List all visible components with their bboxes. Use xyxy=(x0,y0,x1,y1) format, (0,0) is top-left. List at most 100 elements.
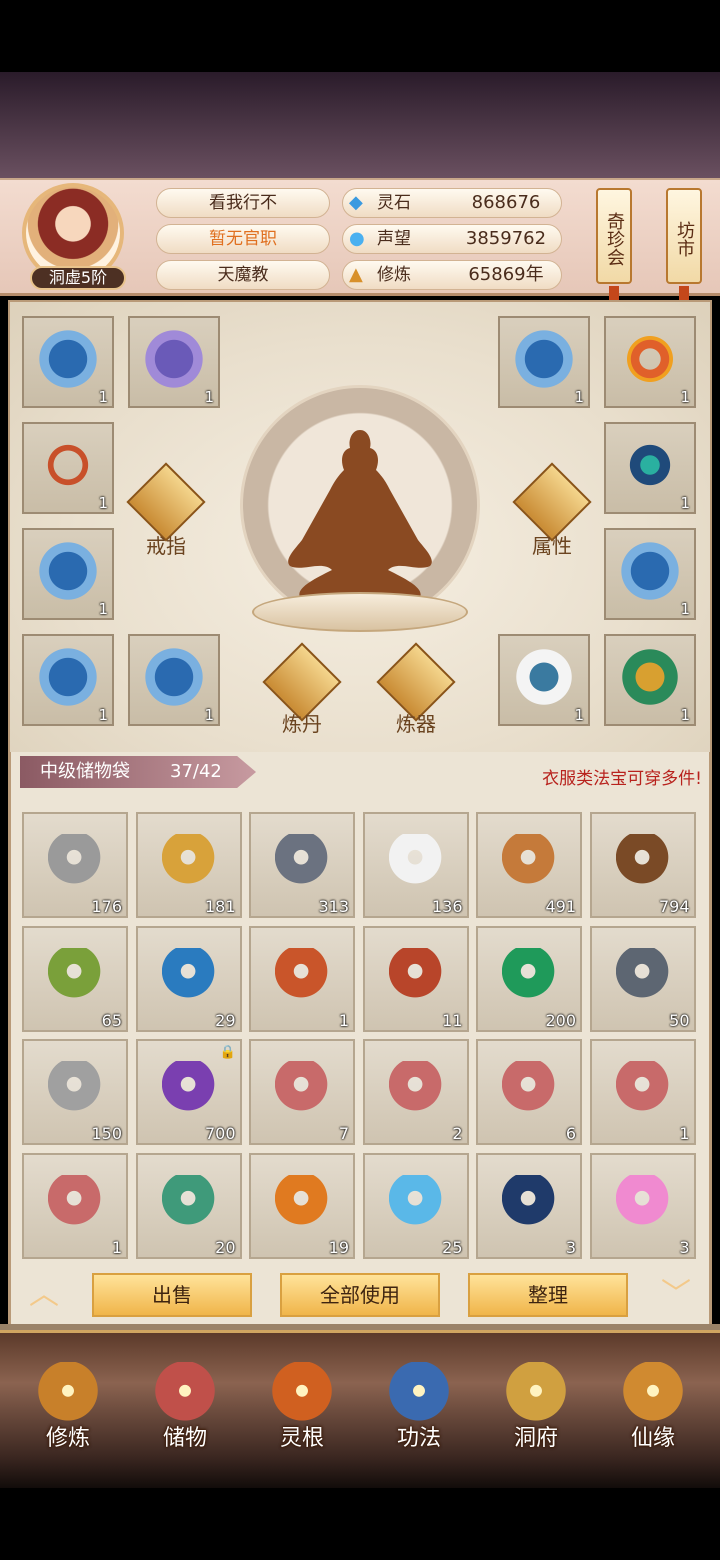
attributes-label: 属性 xyxy=(532,534,572,558)
green-armor-icon xyxy=(616,644,684,710)
bag-item[interactable]: 150 xyxy=(22,1039,128,1145)
bag-item[interactable]: 200 xyxy=(476,925,582,1032)
scroll-bundle-icon xyxy=(388,1061,447,1119)
resource-label: 灵石 xyxy=(377,193,411,213)
equip-slot[interactable]: 1 xyxy=(604,316,696,408)
bag-item[interactable]: 136 xyxy=(362,812,469,918)
use-all-button[interactable]: 全部使用 xyxy=(280,1273,440,1317)
bag-item[interactable]: 🔒 700 xyxy=(135,1039,242,1145)
spirit-root-icon xyxy=(270,1362,334,1426)
item-count: 7 xyxy=(338,1124,349,1143)
sect-name[interactable]: 天魔教 xyxy=(156,260,330,290)
lock-icon: 🔒 xyxy=(219,1045,236,1060)
equip-slot[interactable]: 1 xyxy=(22,316,114,408)
equip-slot[interactable]: 1 xyxy=(22,422,114,514)
armor-icon xyxy=(140,644,208,710)
scroll-bundle-icon xyxy=(615,1061,674,1119)
item-count: 1 xyxy=(680,600,690,618)
item-count: 20 xyxy=(215,1237,236,1257)
status-bar-bottom xyxy=(0,1488,720,1560)
equip-slot[interactable]: 1 xyxy=(22,528,114,620)
nav-storage[interactable]: 储物 xyxy=(135,1356,235,1456)
prestige-icon: ● xyxy=(349,228,365,249)
bag-item[interactable]: 7 xyxy=(249,1039,355,1145)
item-count: 700 xyxy=(204,1124,236,1143)
bag-item[interactable]: 25 xyxy=(362,1152,469,1259)
equip-slot[interactable]: 1 xyxy=(498,316,590,408)
nav-label: 灵根 xyxy=(279,1426,324,1451)
bag-item[interactable]: 6 xyxy=(476,1039,582,1145)
item-count: 1 xyxy=(98,388,108,406)
gold-ore-icon xyxy=(161,834,220,892)
bag-item[interactable]: 181 xyxy=(135,812,242,918)
resource-prestige: ● 声望 3859762 xyxy=(342,224,562,254)
bag-item[interactable]: 65 xyxy=(22,925,128,1032)
bag-item[interactable]: 29 xyxy=(135,925,242,1032)
bag-item[interactable]: 11 xyxy=(362,925,469,1032)
treasure-fair-button[interactable]: 奇珍会 xyxy=(596,188,632,284)
ring-action-label: 戒指 xyxy=(146,534,186,558)
item-count: 2 xyxy=(452,1124,463,1143)
forge-label: 炼器 xyxy=(396,712,436,736)
item-count: 25 xyxy=(442,1237,463,1257)
scroll-bundle-icon xyxy=(502,1061,560,1119)
item-count: 1 xyxy=(680,494,690,512)
item-count: 29 xyxy=(215,1010,236,1030)
item-count: 3 xyxy=(565,1237,576,1257)
market-button[interactable]: 坊市 xyxy=(666,188,702,284)
equip-slot[interactable]: 1 xyxy=(604,422,696,514)
sort-button[interactable]: 整理 xyxy=(468,1273,628,1317)
player-name: 看我行不 xyxy=(156,188,330,218)
bag-item[interactable]: 3 xyxy=(476,1152,582,1259)
alchemy-label: 炼丹 xyxy=(282,712,322,736)
bow-icon xyxy=(34,432,102,498)
item-count: 150 xyxy=(91,1124,122,1143)
scroll-bundle-icon xyxy=(48,1174,106,1233)
bag-item[interactable]: 1 xyxy=(22,1152,128,1259)
equip-slot[interactable]: 1 xyxy=(128,634,220,726)
item-count: 1 xyxy=(204,388,214,406)
boots-icon xyxy=(140,326,208,392)
nav-cultivate[interactable]: 修炼 xyxy=(18,1356,118,1456)
bag-item[interactable]: 2 xyxy=(362,1039,469,1145)
bag-item[interactable]: 19 xyxy=(249,1152,355,1259)
nav-spirit-root[interactable]: 灵根 xyxy=(252,1356,352,1456)
bag-item[interactable]: 1 xyxy=(249,925,355,1032)
tea-bowl-icon xyxy=(388,1174,447,1233)
spirit-stone-icon: ◆ xyxy=(349,192,363,213)
bag-item[interactable]: 3 xyxy=(589,1152,696,1259)
nav-fate[interactable]: 仙缘 xyxy=(603,1356,703,1456)
scroll-up-icon[interactable]: ︿ xyxy=(14,1278,74,1312)
scroll-down-icon[interactable]: ﹀ xyxy=(646,1278,706,1312)
bag-title: 中级储物袋 xyxy=(40,761,130,782)
nav-cave[interactable]: 洞府 xyxy=(486,1356,586,1456)
nav-label: 洞府 xyxy=(513,1426,558,1451)
resource-value: 65869年 xyxy=(468,264,544,285)
equip-slot[interactable]: 1 xyxy=(128,316,220,408)
green-gourd-icon xyxy=(161,1174,220,1233)
official-title[interactable]: 暂无官职 xyxy=(156,224,330,254)
equip-slot[interactable]: 1 xyxy=(22,634,114,726)
equip-slot[interactable]: 1 xyxy=(498,634,590,726)
nav-label: 修炼 xyxy=(45,1426,90,1451)
sell-button[interactable]: 出售 xyxy=(92,1273,252,1317)
bag-item[interactable]: 794 xyxy=(589,812,696,918)
item-count: 136 xyxy=(431,897,463,916)
bag-item[interactable]: 1 xyxy=(589,1039,696,1145)
bag-note: 衣服类法宝可穿多件! xyxy=(542,769,702,789)
background-top xyxy=(0,72,720,178)
equip-slot[interactable]: 1 xyxy=(604,634,696,726)
bag-item[interactable]: 491 xyxy=(476,812,582,918)
item-count: 1 xyxy=(679,1124,690,1143)
orange-gourd-icon xyxy=(275,1174,333,1233)
ring-icon xyxy=(616,326,684,392)
bag-item[interactable]: 20 xyxy=(135,1152,242,1259)
bag-header: 中级储物袋 37/42 xyxy=(20,756,256,788)
resource-value: 868676 xyxy=(471,192,541,213)
bag-item[interactable]: 313 xyxy=(249,812,355,918)
equip-slot[interactable]: 1 xyxy=(604,528,696,620)
bag-item[interactable]: 50 xyxy=(589,925,696,1032)
nav-label: 储物 xyxy=(162,1426,207,1451)
nav-technique[interactable]: 功法 xyxy=(369,1356,469,1456)
bag-item[interactable]: 176 xyxy=(22,812,128,918)
